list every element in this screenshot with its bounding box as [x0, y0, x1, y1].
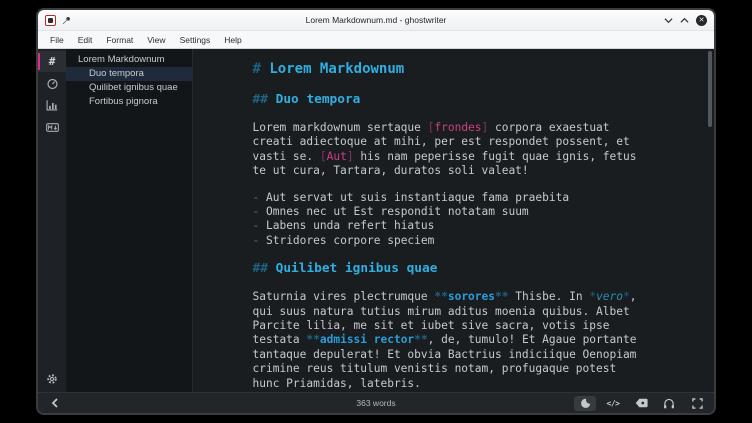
chevron-up-icon[interactable]: [680, 17, 689, 24]
md-block-p: Saturnia vires plectrumque **sorores** T…: [253, 290, 655, 391]
hemingway-mode-toggle-button[interactable]: [630, 396, 652, 411]
window-title: Lorem Markdownum.md - ghostwriter: [38, 15, 714, 25]
hash-icon: #: [49, 55, 56, 68]
fullscreen-icon: [692, 398, 703, 409]
outline-item[interactable]: Quilibet ignibus quae: [66, 81, 192, 95]
outline-item[interactable]: Duo tempora: [66, 67, 192, 81]
statusbar: 363 words </>: [38, 392, 714, 413]
editor-line: # Lorem Markdownum: [253, 59, 655, 79]
editor-line: testata **admissi rector**, de, tumulo! …: [253, 333, 655, 347]
chevron-left-icon: [51, 398, 59, 408]
editor-scrollbar[interactable]: [708, 51, 712, 127]
moon-icon: [580, 398, 591, 409]
outline-item[interactable]: Fortibus pignora: [66, 95, 192, 109]
outline-item[interactable]: Lorem Markdownum: [66, 53, 192, 67]
menu-help[interactable]: Help: [217, 33, 248, 47]
menu-file[interactable]: File: [43, 33, 71, 47]
close-icon[interactable]: ✕: [696, 15, 707, 26]
editor-line: tantaque depulerat! Et obvia Bactrius in…: [253, 348, 655, 362]
editor-line: Saturnia vires plectrumque **sorores** T…: [253, 290, 655, 304]
code-icon: </>: [607, 399, 620, 408]
statusbar-right: </>: [574, 396, 708, 411]
menubar: FileEditFormatViewSettingsHelp: [38, 31, 714, 49]
editor-line: qui suus natura tutius mirum aditus moen…: [253, 305, 655, 319]
sidebar-tabstrip: #: [38, 49, 66, 139]
gear-icon[interactable]: [46, 373, 58, 385]
ghostwriter-window: Lorem Markdownum.md - ghostwriter ✕ File…: [36, 8, 716, 415]
editor-line: - Stridores corpore speciem: [253, 234, 655, 248]
sidebar-tab-document-statistics[interactable]: [38, 95, 66, 116]
menu-view[interactable]: View: [140, 33, 172, 47]
outline-panel: Lorem MarkdownumDuo temporaQuilibet igni…: [66, 49, 193, 392]
gauge-icon: [46, 78, 59, 90]
pin-icon[interactable]: [62, 16, 71, 25]
md-block-h2: ## Quilibet ignibus quae: [253, 260, 655, 278]
markdown-icon: [46, 123, 59, 132]
hide-sidebar-button[interactable]: [44, 396, 66, 411]
editor-line: - Labens unda refert hiatus: [253, 219, 655, 233]
editor-line: creati adiectoque at mihi, per est respo…: [253, 135, 655, 149]
editor-line: ## Quilibet ignibus quae: [253, 260, 655, 278]
sidebar-tab-session-statistics[interactable]: [38, 73, 66, 94]
md-block-h2: ## Duo tempora: [253, 91, 655, 109]
editor-line: hunc Priamidas, latebris.: [253, 377, 655, 391]
editor[interactable]: # Lorem Markdownum ## Duo tempora Lorem ma…: [193, 49, 714, 392]
dark-mode-toggle-button[interactable]: [574, 396, 596, 411]
sidebar-tab-cheat-sheet[interactable]: [38, 117, 66, 138]
sidebar-tab-outline[interactable]: #: [38, 51, 66, 72]
focus-mode-toggle-button[interactable]: [658, 396, 680, 411]
editor-line: te ut cura, Tartara, duratos soli valeat…: [253, 164, 655, 178]
menu-edit[interactable]: Edit: [71, 33, 100, 47]
statusbar-left: [44, 396, 66, 411]
sidebar-iconstrip: #: [38, 49, 66, 392]
titlebar[interactable]: Lorem Markdownum.md - ghostwriter ✕: [38, 10, 714, 31]
editor-line: ## Duo tempora: [253, 91, 655, 109]
editor-line: vasti se. [Aut] his nam peperisse fugit …: [253, 150, 655, 164]
editor-line: - Aut servat ut suis instantiaque fama p…: [253, 191, 655, 205]
chevron-down-icon[interactable]: [664, 17, 673, 24]
md-block-h1: # Lorem Markdownum: [253, 59, 655, 79]
md-block-p: Lorem markdownum sertaque [frondes] corp…: [253, 121, 655, 179]
headphones-icon: [663, 398, 675, 409]
app-icon: [45, 15, 56, 26]
editor-line: Parcite lilia, me sit et iubet sive sacr…: [253, 319, 655, 333]
chart-icon: [46, 100, 58, 111]
backspace-icon: [635, 398, 648, 408]
html-preview-toggle-button[interactable]: </>: [602, 396, 624, 411]
main-content: # Lorem MarkdownumDuo temporaQuilibet ig…: [38, 49, 714, 392]
md-block-ul: - Aut servat ut suis instantiaque fama p…: [253, 191, 655, 249]
editor-line: crimine reus titulum venistis notam, pro…: [253, 362, 655, 376]
fullscreen-toggle-button[interactable]: [686, 396, 708, 411]
menu-settings[interactable]: Settings: [173, 33, 218, 47]
menu-format[interactable]: Format: [99, 33, 140, 47]
editor-content: # Lorem Markdownum ## Duo tempora Lorem ma…: [253, 49, 655, 391]
editor-line: - Omnes nec ut Est respondit notatam suu…: [253, 205, 655, 219]
editor-line: Lorem markdownum sertaque [frondes] corp…: [253, 121, 655, 135]
